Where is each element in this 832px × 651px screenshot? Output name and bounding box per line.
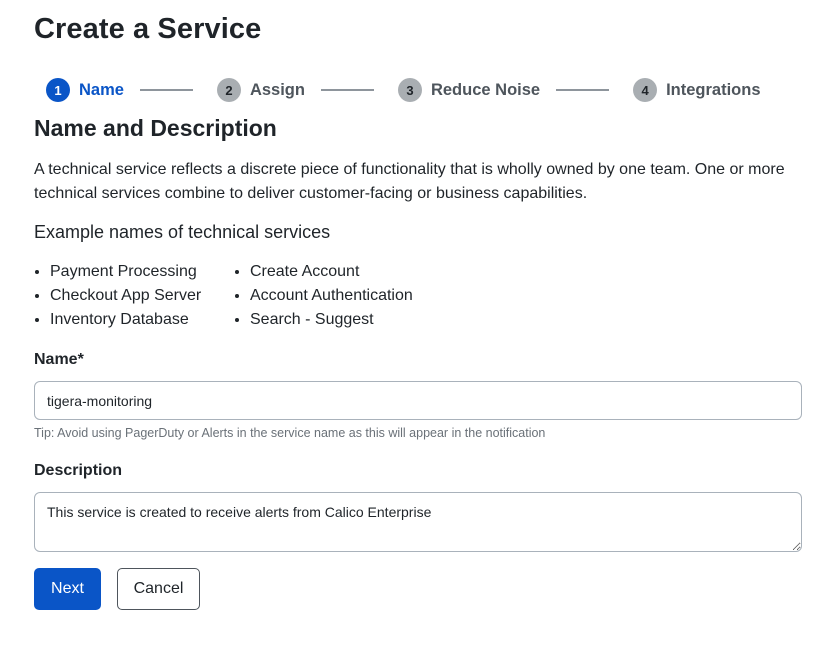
list-item: Create Account — [250, 260, 413, 284]
stepper: 1 Name 2 Assign 3 Reduce Noise 4 Integra… — [46, 78, 761, 102]
name-tip: Tip: Avoid using PagerDuty or Alerts in … — [34, 426, 546, 440]
list-item: Checkout App Server — [50, 284, 234, 308]
list-item: Account Authentication — [250, 284, 413, 308]
page-title: Create a Service — [34, 13, 262, 45]
step-label: Reduce Noise — [430, 80, 541, 99]
description-label: Description — [34, 462, 123, 479]
list-item: Inventory Database — [50, 308, 234, 332]
step-number: 4 — [633, 78, 658, 102]
step-assign[interactable]: 2 Assign — [216, 78, 305, 102]
step-reduce-noise[interactable]: 3 Reduce Noise — [397, 78, 541, 102]
step-connector — [139, 89, 193, 91]
list-item: Search - Suggest — [250, 308, 413, 332]
step-label: Integrations — [666, 80, 761, 99]
step-integrations[interactable]: 4 Integrations — [633, 78, 761, 102]
intro-text: A technical service reflects a discrete … — [34, 161, 785, 202]
description-input[interactable]: This service is created to receive alert… — [34, 492, 802, 552]
step-connector — [556, 89, 610, 91]
cancel-button[interactable]: Cancel — [117, 568, 200, 610]
step-number: 2 — [216, 78, 241, 102]
create-service-page: Create a Service 1 Name 2 Assign 3 Reduc… — [0, 0, 832, 651]
examples-list: Payment Processing Checkout App Server I… — [34, 260, 413, 332]
examples-column-2: Create Account Account Authentication Se… — [234, 260, 413, 332]
step-label: Assign — [249, 80, 305, 99]
name-input[interactable] — [34, 381, 802, 420]
list-item: Payment Processing — [50, 260, 234, 284]
next-button[interactable]: Next — [34, 568, 101, 610]
examples-column-1: Payment Processing Checkout App Server I… — [34, 260, 234, 332]
step-connector — [320, 89, 374, 91]
name-label: Name* — [34, 351, 84, 368]
examples-heading: Example names of technical services — [34, 222, 331, 242]
step-number: 3 — [397, 78, 422, 102]
step-name[interactable]: 1 Name — [46, 78, 124, 102]
step-label: Name — [79, 80, 124, 99]
section-heading: Name and Description — [34, 115, 277, 141]
step-number: 1 — [46, 78, 70, 102]
